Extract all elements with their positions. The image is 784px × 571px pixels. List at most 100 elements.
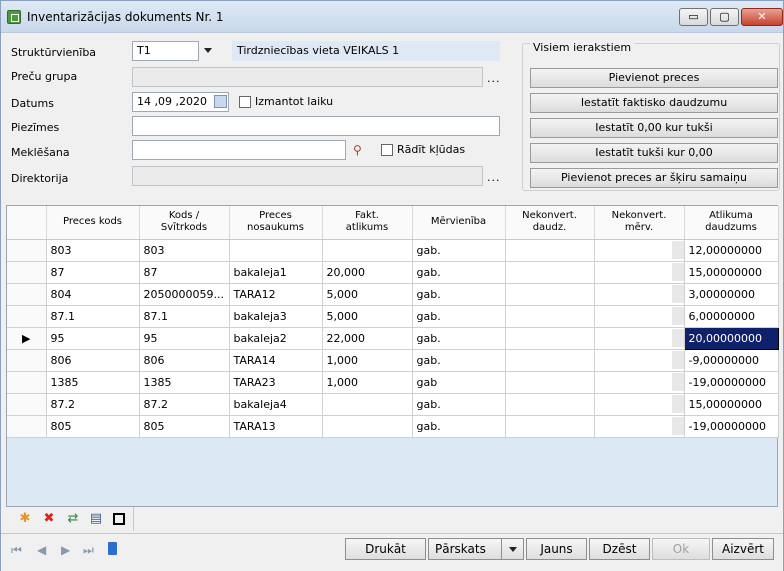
cell-mervieniba[interactable]: gab (412, 371, 506, 394)
new-button[interactable]: Jauns (526, 538, 587, 560)
iestatit-faktisko-button[interactable]: Iestatīt faktisko daudzumu (530, 93, 778, 113)
prev-record-button[interactable]: ◀ (37, 543, 46, 557)
precu-grupa-input[interactable] (132, 67, 483, 87)
cell-fakt-atlikums[interactable] (322, 415, 413, 438)
direktorija-browse-button[interactable]: ... (487, 171, 501, 184)
cell-preces-kods[interactable]: 803 (46, 239, 140, 262)
col-mervieniba[interactable]: Mērvienība (412, 206, 506, 240)
row-indicator[interactable]: ▶ (7, 327, 47, 350)
cell-nosaukums[interactable]: TARA12 (229, 283, 323, 306)
table-row[interactable]: 87.2 87.2 bakaleja4 gab. 15,00000000 (7, 393, 779, 416)
cell-nekonvert-merv[interactable] (594, 415, 685, 438)
row-indicator[interactable] (7, 371, 47, 394)
cell-nekonvert-merv[interactable] (594, 393, 685, 416)
cell-nosaukums[interactable]: bakaleja3 (229, 305, 323, 328)
iestatit-tuksi-button[interactable]: Iestatīt tukši kur 0,00 (530, 143, 778, 163)
cell-nekonvert-daudz[interactable] (505, 239, 595, 262)
table-row[interactable]: 804 2050000059... TARA12 5,000 gab. 3,0000000… (7, 283, 779, 306)
cell-atlikuma-daudzums[interactable]: 12,00000000 (684, 239, 779, 262)
cell-mervieniba[interactable]: gab. (412, 261, 506, 284)
col-preces-kods[interactable]: Preces kods (46, 206, 140, 240)
cell-kods[interactable]: 1385 (139, 371, 230, 394)
cell-nekonvert-daudz[interactable] (505, 327, 595, 350)
cell-nekonvert-daudz[interactable] (505, 349, 595, 372)
square-icon[interactable] (113, 513, 125, 525)
cell-atlikuma-daudzums[interactable]: 15,00000000 (684, 261, 779, 284)
cell-button[interactable] (671, 285, 683, 303)
col-kods-svitrkods[interactable]: Kods / Svītrkods (139, 206, 230, 240)
row-indicator[interactable] (7, 305, 47, 328)
cell-fakt-atlikums[interactable]: 20,000 (322, 261, 413, 284)
row-indicator[interactable] (7, 239, 47, 262)
cell-nekonvert-daudz[interactable] (505, 393, 595, 416)
cell-button[interactable] (671, 263, 683, 281)
cell-fakt-atlikums[interactable]: 5,000 (322, 283, 413, 306)
cell-nosaukums[interactable]: TARA23 (229, 371, 323, 394)
cell-button[interactable] (671, 417, 683, 435)
cell-fakt-atlikums[interactable]: 1,000 (322, 349, 413, 372)
cell-preces-kods[interactable]: 87 (46, 261, 140, 284)
chevron-down-icon[interactable] (204, 48, 212, 53)
cell-atlikuma-daudzums[interactable]: 20,00000000 (683, 326, 779, 350)
search-input[interactable] (132, 140, 346, 160)
cell-preces-kods[interactable]: 805 (46, 415, 140, 438)
table-row[interactable]: 805 805 TARA13 gab. -19,00000000 (7, 415, 779, 438)
table-row[interactable]: 806 806 TARA14 1,000 gab. -9,00000000 (7, 349, 779, 372)
reports-dropdown-icon[interactable] (509, 547, 517, 552)
calendar-icon[interactable] (214, 95, 227, 108)
reports-button[interactable]: Pārskats (428, 538, 524, 560)
cell-preces-kods[interactable]: 804 (46, 283, 140, 306)
cell-nekonvert-merv[interactable] (594, 305, 685, 328)
cell-nosaukums[interactable]: TARA14 (229, 349, 323, 372)
record-icon[interactable] (108, 542, 117, 555)
row-indicator[interactable] (7, 393, 47, 416)
cell-fakt-atlikums[interactable]: 1,000 (322, 371, 413, 394)
col-nekonvert-merv[interactable]: Nekonvert. mērv. (594, 206, 685, 240)
radit-kludas-checkbox[interactable] (381, 144, 393, 156)
cell-nosaukums[interactable]: bakaleja2 (229, 327, 323, 350)
delete-button[interactable]: Dzēst (589, 538, 650, 560)
cell-nekonvert-daudz[interactable] (505, 261, 595, 284)
cell-button[interactable] (671, 395, 683, 413)
cell-mervieniba[interactable]: gab. (412, 349, 506, 372)
direktorija-input[interactable] (132, 166, 483, 186)
cell-kods[interactable]: 87.1 (139, 305, 230, 328)
cell-button[interactable] (671, 351, 683, 369)
cell-nekonvert-merv[interactable] (594, 327, 685, 350)
row-indicator[interactable] (7, 415, 47, 438)
col-nekonvert-daudz[interactable]: Nekonvert. daudz. (505, 206, 595, 240)
cell-preces-kods[interactable]: 87.2 (46, 393, 140, 416)
cell-atlikuma-daudzums[interactable]: -19,00000000 (684, 415, 779, 438)
last-record-button[interactable]: ⏭ (83, 543, 94, 558)
cell-kods[interactable]: 87 (139, 261, 230, 284)
refresh-icon[interactable]: ⇄ (66, 512, 80, 526)
table-row[interactable]: 1385 1385 TARA23 1,000 gab -19,00000000 (7, 371, 779, 394)
cell-preces-kods[interactable]: 87.1 (46, 305, 140, 328)
cell-mervieniba[interactable]: gab. (412, 305, 506, 328)
close-button[interactable]: ✕ (741, 8, 783, 26)
maximize-button[interactable]: ▢ (710, 8, 739, 26)
cell-kods[interactable]: 95 (139, 327, 230, 350)
cell-mervieniba[interactable]: gab. (412, 283, 506, 306)
cell-atlikuma-daudzums[interactable]: 15,00000000 (684, 393, 779, 416)
row-indicator[interactable] (7, 283, 47, 306)
minimize-button[interactable]: ▭ (679, 8, 708, 26)
pievienot-skiru-button[interactable]: Pievienot preces ar šķiru samaiņu (530, 168, 778, 188)
cell-button[interactable] (671, 241, 683, 259)
row-indicator[interactable] (7, 349, 47, 372)
cell-fakt-atlikums[interactable] (322, 393, 413, 416)
cell-fakt-atlikums[interactable] (322, 239, 413, 262)
cell-nekonvert-merv[interactable] (594, 239, 685, 262)
table-row[interactable]: 87 87 bakaleja1 20,000 gab. 15,00000000 (7, 261, 779, 284)
cell-kods[interactable]: 803 (139, 239, 230, 262)
print-button[interactable]: Drukāt (345, 538, 426, 560)
cell-preces-kods[interactable]: 806 (46, 349, 140, 372)
cell-nekonvert-daudz[interactable] (505, 305, 595, 328)
cell-nosaukums[interactable]: bakaleja1 (229, 261, 323, 284)
cell-kods[interactable]: 806 (139, 349, 230, 372)
cell-nekonvert-daudz[interactable] (505, 283, 595, 306)
col-atlikuma-daudzums[interactable]: Atlikuma daudzums (684, 206, 779, 240)
cell-atlikuma-daudzums[interactable]: 3,00000000 (684, 283, 779, 306)
cell-kods[interactable]: 87.2 (139, 393, 230, 416)
cell-nekonvert-merv[interactable] (594, 349, 685, 372)
